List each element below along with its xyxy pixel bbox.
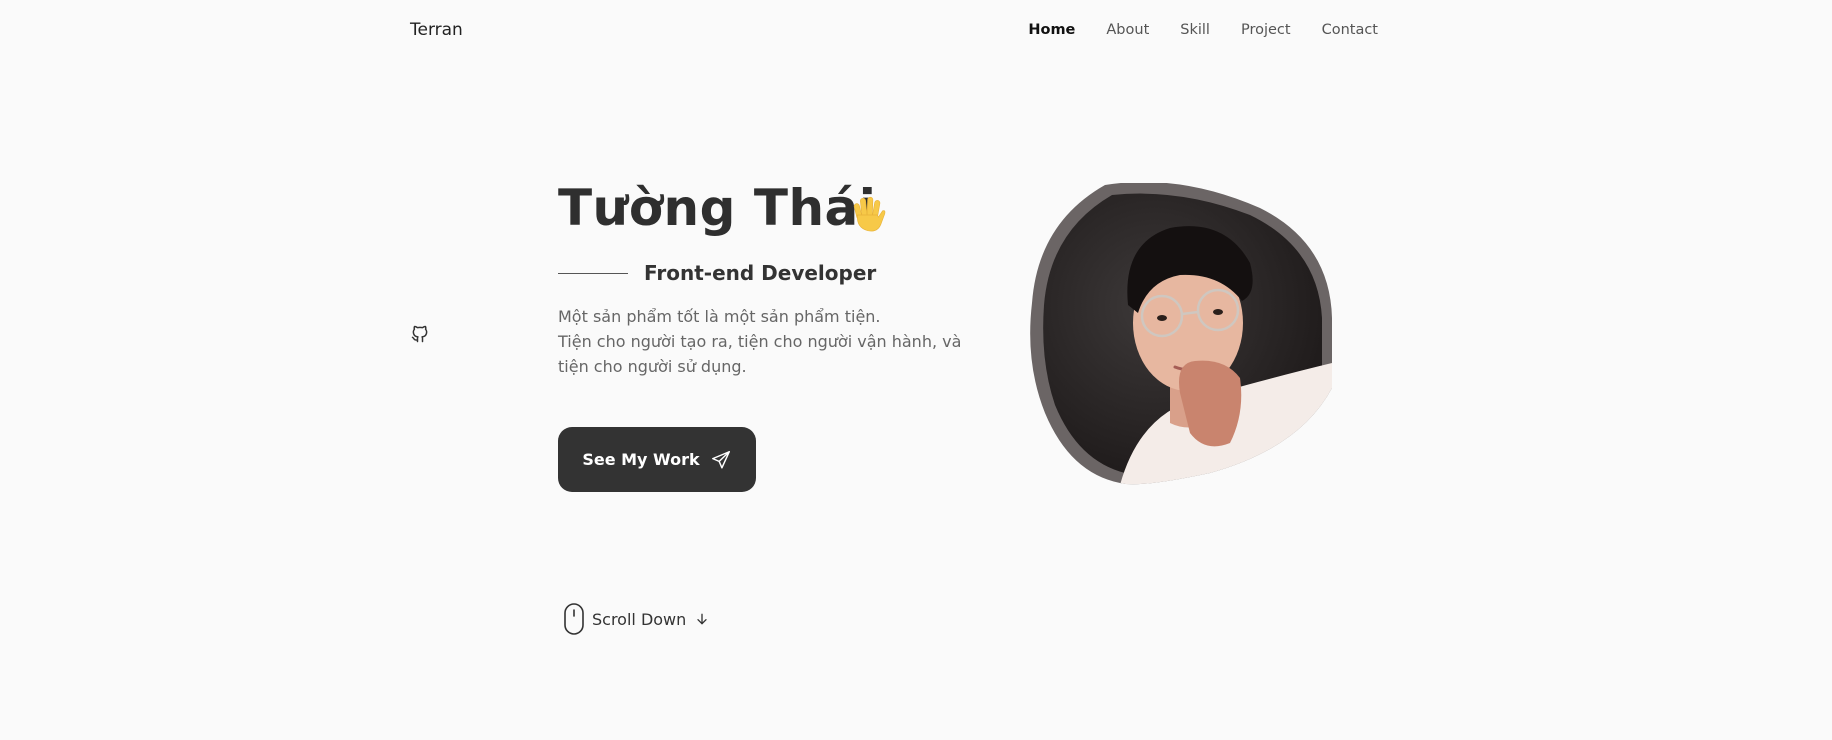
scroll-down-label: Scroll Down — [592, 609, 687, 629]
cta-label: See My Work — [582, 450, 700, 469]
subtitle-divider — [558, 273, 628, 274]
logo[interactable]: Terran — [410, 20, 463, 40]
nav-about[interactable]: About — [1106, 22, 1149, 38]
see-my-work-button[interactable]: See My Work — [558, 427, 756, 492]
profile-photo — [1030, 183, 1332, 485]
nav-project[interactable]: Project — [1241, 22, 1291, 38]
scroll-down-link[interactable]: Scroll Down — [564, 603, 710, 635]
waving-hand-icon — [849, 194, 891, 236]
nav-home[interactable]: Home — [1028, 22, 1075, 38]
send-icon — [711, 450, 730, 469]
hero-subtitle: Front-end Developer — [644, 261, 877, 285]
nav-skill[interactable]: Skill — [1180, 22, 1210, 38]
header: Terran Home About Skill Project Contact — [0, 0, 1832, 64]
description-line: Tiện cho người tạo ra, tiện cho người vậ… — [558, 332, 962, 376]
description-line: Một sản phẩm tốt là một sản phẩm tiện. — [558, 307, 881, 326]
github-icon[interactable] — [410, 324, 430, 346]
hero-name: Tường Thái — [558, 179, 877, 237]
main-nav: Home About Skill Project Contact — [1028, 22, 1378, 38]
hero-description: Một sản phẩm tốt là một sản phẩm tiện. T… — [558, 304, 978, 379]
arrow-down-icon — [697, 613, 707, 625]
nav-contact[interactable]: Contact — [1322, 22, 1378, 38]
mouse-icon — [564, 603, 584, 635]
